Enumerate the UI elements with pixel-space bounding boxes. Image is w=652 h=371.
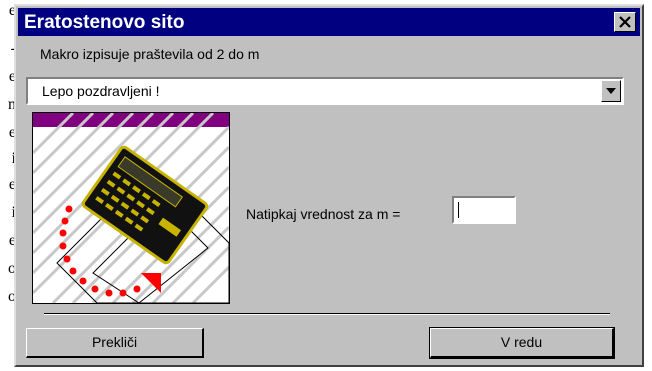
close-icon [619, 16, 631, 28]
eratosthenes-dialog: Eratostenovo sito Makro izpisuje praštev… [14, 4, 644, 367]
m-value-label: Natipkaj vrednost za m = [246, 206, 401, 222]
calculator-image [33, 113, 229, 303]
close-button[interactable] [614, 12, 636, 32]
greeting-dropdown[interactable]: Lepo pozdravljeni ! [26, 77, 624, 105]
title-bar[interactable]: Eratostenovo sito [18, 8, 640, 36]
separator-line [44, 313, 610, 315]
dialog-title: Eratostenovo sito [24, 12, 185, 33]
description-text: Makro izpisuje praštevila od 2 do m [40, 46, 260, 62]
calculator-illustration [32, 112, 230, 304]
dropdown-arrow-button[interactable] [601, 80, 621, 102]
chevron-down-icon [606, 88, 616, 94]
text-caret [458, 202, 459, 218]
cancel-button[interactable]: Prekliči [26, 328, 204, 358]
dropdown-selected-value: Lepo pozdravljeni ! [42, 83, 160, 99]
m-value-input[interactable] [452, 196, 516, 224]
ok-button[interactable]: V redu [429, 327, 615, 359]
